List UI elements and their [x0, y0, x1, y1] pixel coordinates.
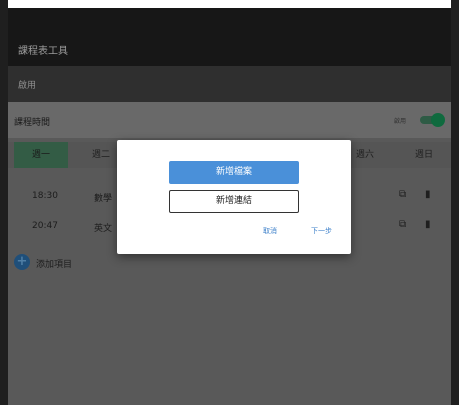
- app-title: 課程表工具: [18, 46, 68, 57]
- section-label: 課程時間: [14, 118, 51, 128]
- device-frame: 課程表工具 啟用 課程時間 啟用 週一 週二 週三 週四 週五 週六 週日: [0, 0, 459, 405]
- cancel-button[interactable]: 取消: [263, 226, 277, 236]
- row-time: 20:47: [32, 221, 58, 231]
- add-file-button[interactable]: 新增檔案: [169, 161, 299, 184]
- add-dialog: 新增檔案 新增連結 取消 下一步: [117, 140, 351, 254]
- app-bar: 課程表工具: [8, 8, 451, 66]
- copy-icon[interactable]: ⧉: [399, 189, 406, 200]
- left-bezel: [0, 0, 8, 405]
- row-subject: 數學: [94, 194, 113, 204]
- row-time: 18:30: [32, 191, 58, 201]
- delete-icon[interactable]: ▮: [425, 189, 431, 200]
- tab-day-7[interactable]: 週日: [400, 142, 448, 168]
- add-link-button[interactable]: 新增連結: [169, 190, 299, 213]
- add-item-label: 添加項目: [36, 260, 73, 270]
- next-button[interactable]: 下一步: [311, 226, 332, 236]
- toggle-knob: [431, 113, 445, 127]
- toggle-label: 啟用: [394, 118, 407, 125]
- tab-day-1[interactable]: 週一: [14, 142, 68, 168]
- right-bezel: [451, 0, 459, 405]
- enable-toggle[interactable]: [420, 113, 445, 127]
- copy-icon[interactable]: ⧉: [399, 219, 406, 230]
- plus-icon: +: [14, 254, 30, 270]
- row-subject: 英文: [94, 224, 113, 234]
- schedule-time-row: 課程時間 啟用: [8, 102, 451, 138]
- status-label: 啟用: [18, 81, 37, 91]
- status-bar: 啟用: [8, 66, 451, 102]
- delete-icon[interactable]: ▮: [425, 219, 431, 230]
